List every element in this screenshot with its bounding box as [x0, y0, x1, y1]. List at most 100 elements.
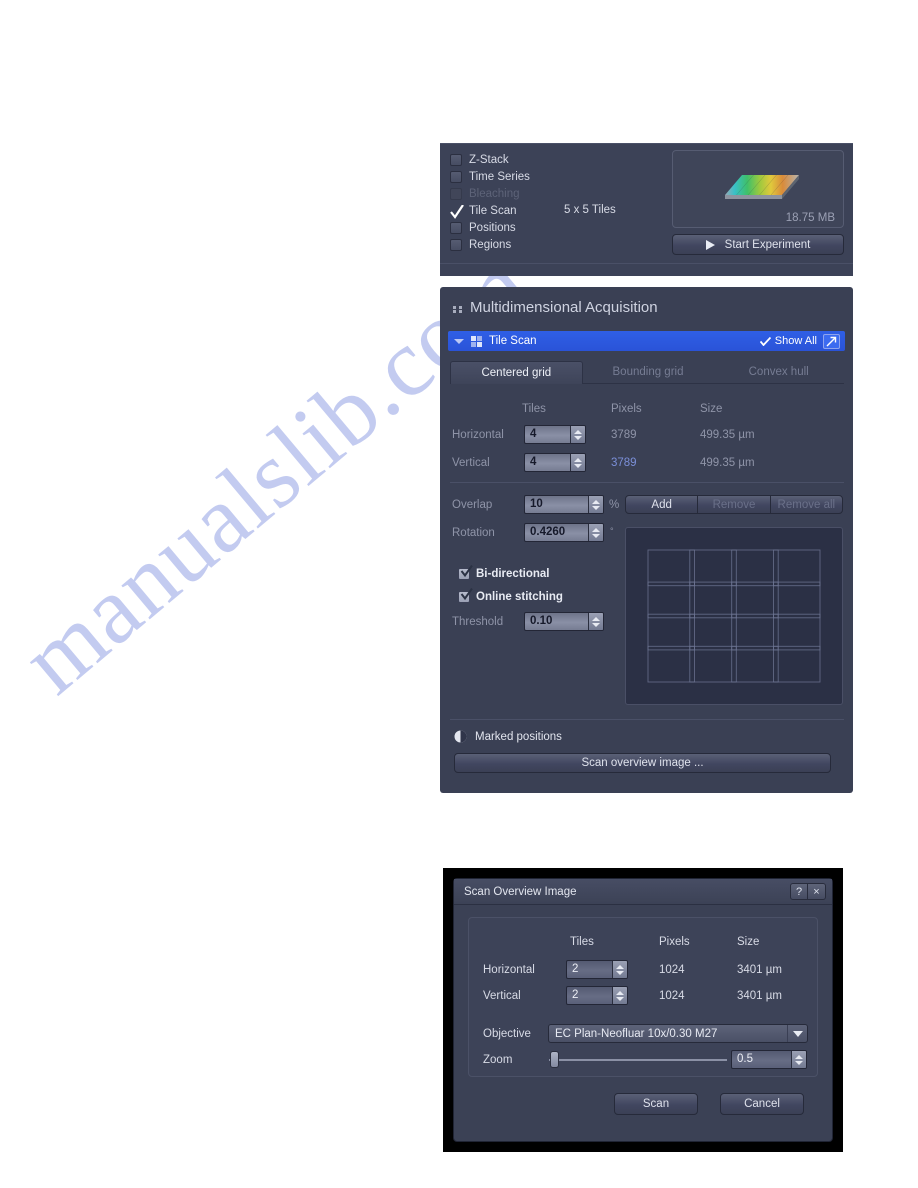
dialog-title-buttons[interactable]: ? ×: [790, 883, 832, 900]
zoom-stepper[interactable]: [791, 1051, 806, 1068]
tiles-summary-label: 5 x 5 Tiles: [564, 204, 616, 216]
screenshot-root: manualslib.com Z-Stack Time Series Bleachi…: [0, 0, 918, 1188]
size-value: 499.35 µm: [700, 457, 755, 469]
check-icon: [460, 565, 473, 578]
chevron-down-icon[interactable]: [454, 338, 464, 344]
play-icon: [705, 239, 715, 250]
zoom-label: Zoom: [483, 1054, 513, 1066]
threshold-value: 0.10: [530, 615, 553, 627]
position-buttons-group[interactable]: Add Remove Remove all: [625, 495, 843, 514]
dimension-label: Bleaching: [469, 188, 520, 200]
zoom-value: 0.5: [737, 1053, 753, 1065]
tiles-stepper[interactable]: [570, 454, 585, 471]
close-button[interactable]: ×: [808, 883, 826, 900]
pixels-value: 1024: [659, 964, 685, 976]
dialog-content-group: Tiles Pixels Size Horizontal 2 1024 3401 µm…: [468, 917, 818, 1077]
tab-bounding-grid[interactable]: Bounding grid: [582, 361, 714, 384]
tab-centered-grid[interactable]: Centered grid: [450, 361, 583, 384]
online-stitching-label: Online stitching: [476, 591, 563, 603]
scan-overview-dialog-frame: Scan Overview Image ? × Tiles Pixels Siz…: [443, 868, 843, 1152]
scan-button-label: Scan: [642, 1098, 670, 1110]
dialog-column-header-pixels: Pixels: [659, 936, 690, 948]
tiles-input-horizontal[interactable]: 4: [524, 425, 586, 444]
overlap-stepper[interactable]: [588, 496, 603, 513]
panel-divider: [440, 263, 853, 264]
objective-select[interactable]: EC Plan-Neofluar 10x/0.30 M27: [548, 1024, 808, 1043]
overlap-label: Overlap: [452, 499, 493, 511]
tiles-input-horizontal[interactable]: 2: [566, 960, 628, 979]
overlap-input[interactable]: 10: [524, 495, 604, 514]
button-remove-all: Remove all: [769, 495, 843, 514]
zoom-slider[interactable]: [545, 1050, 727, 1069]
file-size-label: 18.75 MB: [785, 212, 835, 224]
tiles-value: 4: [530, 456, 537, 468]
show-all-toggle[interactable]: Show All: [759, 335, 823, 347]
tiles-stepper[interactable]: [570, 426, 585, 443]
online-stitching-checkbox-row[interactable]: Online stitching: [458, 588, 563, 603]
marked-positions-label: Marked positions: [475, 730, 562, 743]
popout-window-icon[interactable]: [823, 333, 840, 349]
tiles-value: 4: [530, 428, 537, 440]
chevron-down-icon[interactable]: [787, 1025, 807, 1042]
show-all-label: Show All: [774, 335, 817, 347]
scan-button[interactable]: Scan: [614, 1093, 698, 1115]
dimension-row-positions[interactable]: Positions: [450, 222, 516, 234]
online-stitching-checkbox[interactable]: [458, 588, 473, 603]
rotation-input[interactable]: 0.4260: [524, 523, 604, 542]
dialog-titlebar[interactable]: Scan Overview Image ? ×: [454, 879, 832, 905]
checkbox-tile-scan[interactable]: [450, 204, 464, 219]
experiment-preview-thumbnail: 18.75 MB: [672, 150, 844, 228]
tiles-stepper[interactable]: [612, 961, 627, 978]
threshold-input[interactable]: 0.10: [524, 612, 604, 631]
tile-grid-preview[interactable]: [625, 527, 843, 705]
marked-positions-row[interactable]: Marked positions: [454, 730, 562, 743]
tile-scan-header[interactable]: Tile Scan Show All: [448, 331, 845, 351]
tiles-input-vertical[interactable]: 2: [566, 986, 628, 1005]
tile-grid-icon: [471, 335, 482, 347]
pixels-value: 3789: [611, 457, 637, 469]
dimension-label: Tile Scan: [469, 205, 517, 217]
rotation-value: 0.4260: [530, 526, 566, 538]
dimension-row-time-series[interactable]: Time Series: [450, 171, 530, 183]
scan-overview-dialog: Scan Overview Image ? × Tiles Pixels Siz…: [453, 878, 833, 1142]
grid-mode-tabs[interactable]: Centered grid Bounding grid Convex hull: [450, 361, 845, 384]
start-experiment-button[interactable]: Start Experiment: [672, 234, 844, 255]
dialog-title: Scan Overview Image: [464, 885, 577, 898]
tiles-value: 2: [572, 963, 579, 975]
half-circle-icon: [454, 730, 467, 743]
zoom-slider-track: [549, 1058, 727, 1061]
scan-overview-image-label: Scan overview image ...: [581, 757, 704, 769]
help-button[interactable]: ?: [790, 883, 808, 900]
tab-convex-hull[interactable]: Convex hull: [713, 361, 845, 384]
zoom-slider-handle[interactable]: [550, 1051, 560, 1068]
checkbox-positions[interactable]: [450, 222, 462, 234]
rotation-stepper[interactable]: [588, 524, 603, 541]
tile-grid-preview-svg: [647, 549, 821, 683]
tiles-input-vertical[interactable]: 4: [524, 453, 586, 472]
cancel-button[interactable]: Cancel: [720, 1093, 804, 1115]
button-remove: Remove: [697, 495, 771, 514]
dimension-label: Regions: [469, 239, 512, 251]
scan-overview-image-button[interactable]: Scan overview image ...: [454, 753, 831, 773]
check-icon: [460, 588, 473, 601]
dimension-row-z-stack[interactable]: Z-Stack: [450, 154, 509, 166]
column-header-tiles: Tiles: [522, 403, 546, 415]
tiles-stepper[interactable]: [612, 987, 627, 1004]
dimension-row-regions[interactable]: Regions: [450, 239, 511, 251]
checkbox-regions[interactable]: [450, 239, 462, 251]
zoom-input[interactable]: 0.5: [731, 1050, 807, 1069]
button-add[interactable]: Add: [625, 495, 699, 514]
bidirectional-label: Bi-directional: [476, 568, 550, 580]
arrow-up-right-icon: [826, 336, 837, 346]
dimension-row-bleaching: Bleaching: [450, 188, 520, 200]
threshold-stepper[interactable]: [588, 613, 603, 630]
tile-scan-label: Tile Scan: [489, 335, 537, 347]
pixels-value: 1024: [659, 990, 685, 1002]
check-icon: [759, 336, 771, 346]
bidirectional-checkbox-row[interactable]: Bi-directional: [458, 565, 550, 580]
checkbox-z-stack[interactable]: [450, 154, 462, 166]
dimension-row-tile-scan[interactable]: Tile Scan: [450, 204, 517, 219]
rotation-label: Rotation: [452, 527, 495, 539]
checkbox-time-series[interactable]: [450, 171, 462, 183]
bidirectional-checkbox[interactable]: [458, 565, 473, 580]
